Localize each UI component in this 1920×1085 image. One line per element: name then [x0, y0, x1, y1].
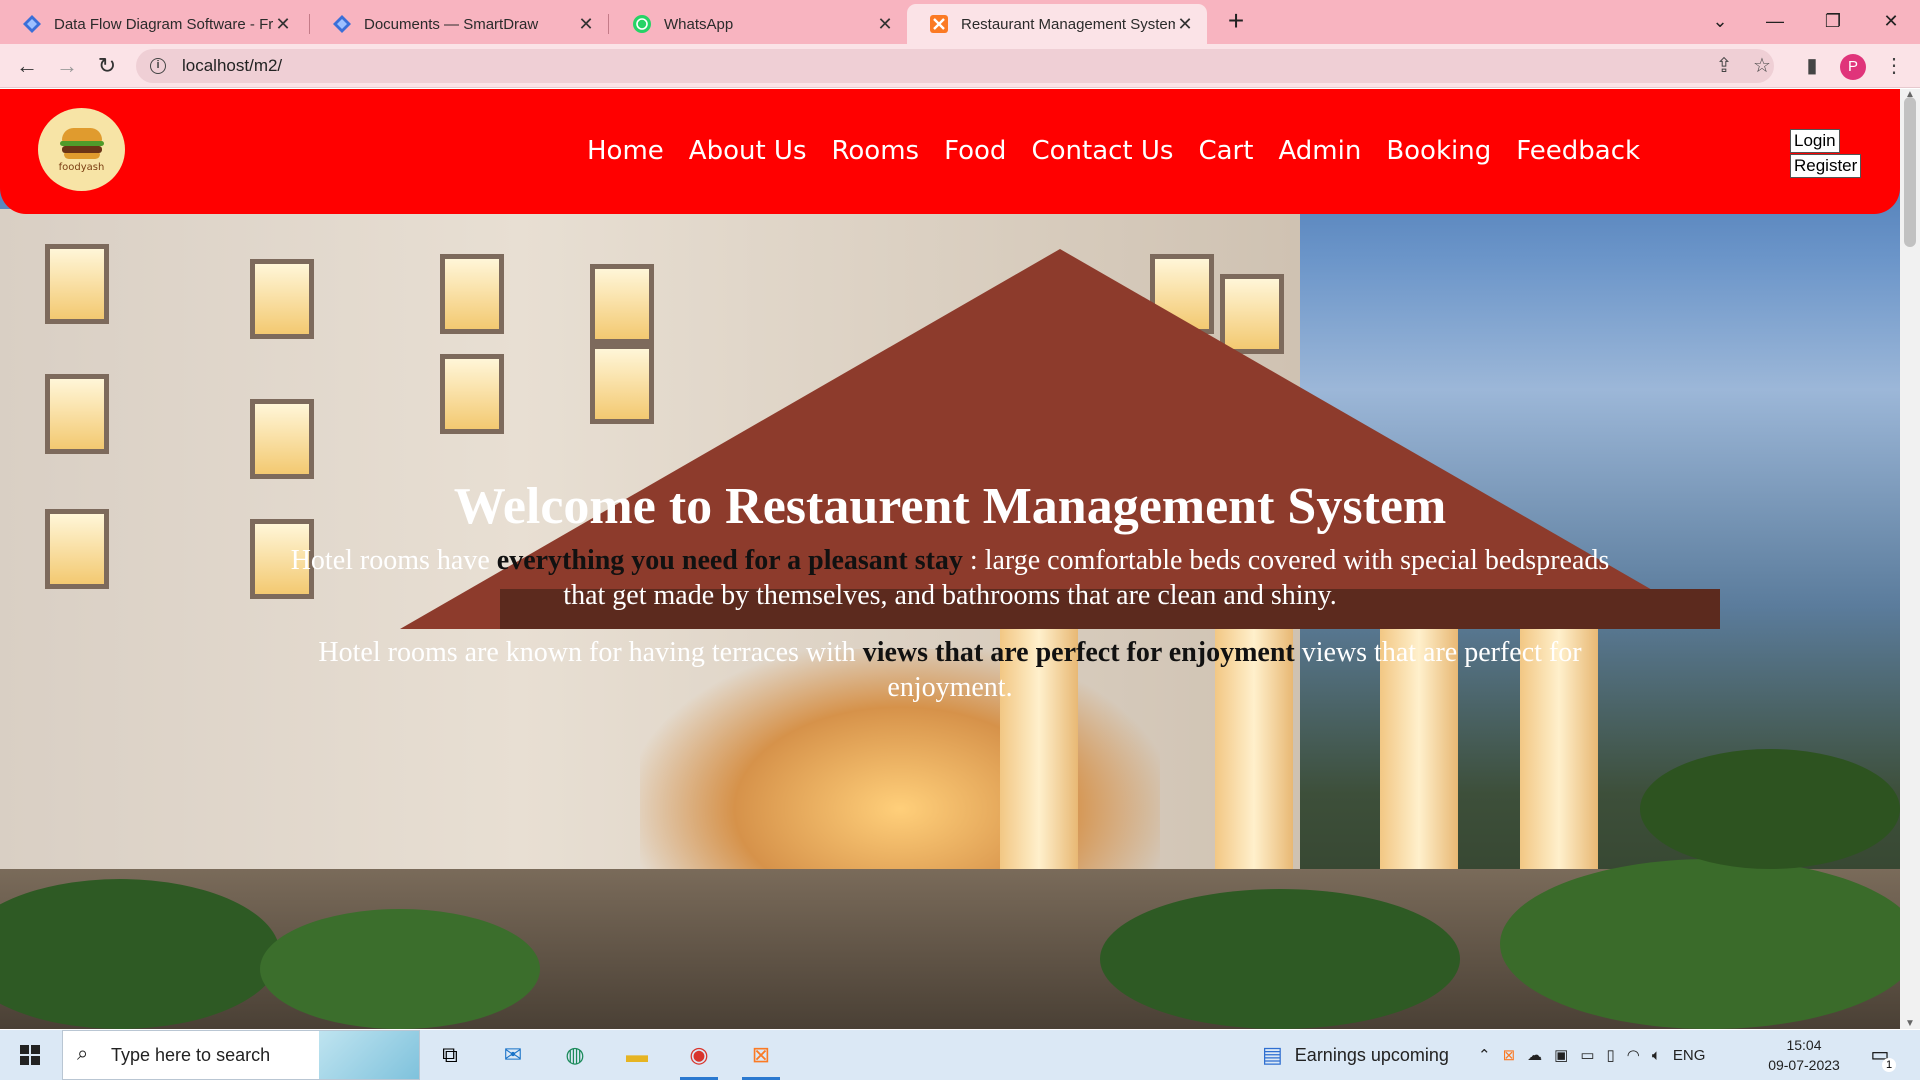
- task-view-icon[interactable]: ⧉: [425, 1035, 475, 1075]
- burger-icon: [59, 126, 104, 160]
- register-button[interactable]: Register: [1790, 154, 1862, 178]
- hero-title: Welcome to Restaurent Management System: [453, 478, 1447, 535]
- notification-center-icon[interactable]: ▭ 1: [1866, 1042, 1896, 1072]
- xampp-tray-icon[interactable]: ⊠: [1503, 1046, 1516, 1064]
- address-bar[interactable]: i localhost/m2/: [136, 49, 1774, 83]
- wifi-icon[interactable]: ◠: [1627, 1046, 1640, 1064]
- profile-avatar[interactable]: P: [1840, 54, 1866, 80]
- search-highlight-image: [319, 1031, 419, 1079]
- nav-booking[interactable]: Booking: [1386, 136, 1491, 166]
- close-tab-icon[interactable]: ✕: [273, 14, 293, 35]
- chrome-icon[interactable]: ◉: [674, 1035, 724, 1080]
- nav-contact-us[interactable]: Contact Us: [1031, 136, 1173, 166]
- minimize-button[interactable]: —: [1755, 6, 1795, 36]
- back-icon[interactable]: ←: [13, 52, 41, 80]
- language-indicator[interactable]: ENG: [1673, 1047, 1706, 1064]
- nav-cart[interactable]: Cart: [1198, 136, 1253, 166]
- nav-food[interactable]: Food: [944, 136, 1006, 166]
- tab-data-flow[interactable]: Data Flow Diagram Software - Fr ✕: [0, 4, 305, 44]
- close-tab-icon[interactable]: ✕: [1175, 14, 1195, 35]
- cloud-icon[interactable]: ☁: [1527, 1046, 1542, 1064]
- hero-paragraph-2: Hotel rooms are known for having terrace…: [318, 637, 1582, 703]
- login-button[interactable]: Login: [1790, 129, 1840, 153]
- xampp-icon: [929, 14, 949, 34]
- search-icon: ⌕: [77, 1043, 89, 1065]
- foodyash-logo[interactable]: foodyash: [38, 108, 125, 191]
- side-panel-icon[interactable]: ▮: [1798, 52, 1826, 80]
- logo-text: foodyash: [58, 162, 105, 173]
- tab-whatsapp[interactable]: WhatsApp ✕: [610, 4, 907, 44]
- whatsapp-icon: [632, 14, 652, 34]
- menu-kebab-icon[interactable]: ⋮: [1880, 52, 1908, 80]
- clock[interactable]: 15:04 09-07-2023: [1764, 1035, 1844, 1075]
- page-scrollbar[interactable]: ▲ ▼: [1900, 89, 1920, 1029]
- close-tab-icon[interactable]: ✕: [875, 14, 895, 35]
- site-info-icon[interactable]: i: [150, 58, 166, 74]
- stocks-icon: ▤: [1262, 1042, 1283, 1067]
- nav-admin[interactable]: Admin: [1278, 136, 1361, 166]
- auth-links: Login Register: [1790, 129, 1862, 178]
- smartdraw-icon: [22, 14, 42, 34]
- windows-logo-icon: [20, 1045, 40, 1065]
- tab-search-chevron-icon[interactable]: ⌄: [1700, 6, 1740, 36]
- nav-home[interactable]: Home: [587, 136, 664, 166]
- restore-button[interactable]: ❐: [1813, 6, 1853, 36]
- close-tab-icon[interactable]: ✕: [576, 14, 596, 35]
- mail-icon[interactable]: ✉: [488, 1035, 538, 1075]
- page-viewport: foodyash Home About Us Rooms Food Contac…: [0, 89, 1920, 1029]
- tray-chevron-icon[interactable]: ⌃: [1478, 1046, 1491, 1064]
- taskbar-search-input[interactable]: ⌕ Type here to search: [62, 1030, 420, 1080]
- main-nav: Home About Us Rooms Food Contact Us Cart…: [587, 136, 1665, 166]
- device-icon[interactable]: ▣: [1554, 1046, 1568, 1064]
- display-icon[interactable]: ▭: [1580, 1046, 1594, 1064]
- edge-icon[interactable]: ◍: [550, 1035, 600, 1075]
- hero-paragraph-1: Hotel rooms have everything you need for…: [290, 545, 1610, 611]
- scrollbar-thumb[interactable]: [1904, 97, 1916, 247]
- notification-count-badge: 1: [1882, 1058, 1896, 1072]
- windows-taskbar: ⌕ Type here to search ⧉ ✉ ◍ ▬ ◉ ⊠ ▤ Earn…: [0, 1030, 1920, 1080]
- file-explorer-icon[interactable]: ▬: [612, 1035, 662, 1075]
- battery-icon[interactable]: ▯: [1607, 1046, 1615, 1064]
- bookmark-star-icon[interactable]: ☆: [1748, 52, 1776, 80]
- weather-widget[interactable]: ▤ Earnings upcoming: [1262, 1030, 1449, 1080]
- close-window-button[interactable]: ✕: [1871, 6, 1911, 36]
- forward-icon[interactable]: →: [53, 52, 81, 80]
- reload-icon[interactable]: ↻: [93, 52, 121, 80]
- hero-section: foodyash Home About Us Rooms Food Contac…: [0, 89, 1900, 1029]
- share-icon[interactable]: ⇪: [1710, 52, 1738, 80]
- tab-smartdraw-documents[interactable]: Documents — SmartDraw ✕: [310, 4, 608, 44]
- xampp-taskbar-icon[interactable]: ⊠: [736, 1035, 786, 1080]
- site-navbar: foodyash Home About Us Rooms Food Contac…: [0, 89, 1900, 214]
- nav-about-us[interactable]: About Us: [689, 136, 807, 166]
- smartdraw-icon: [332, 14, 352, 34]
- url-text: localhost/m2/: [182, 56, 283, 75]
- volume-icon[interactable]: 🔈︎: [1652, 1047, 1661, 1064]
- new-tab-button[interactable]: +: [1222, 7, 1250, 36]
- nav-feedback[interactable]: Feedback: [1516, 136, 1640, 166]
- hero-text: Welcome to Restaurent Management System …: [0, 477, 1900, 705]
- tab-restaurant-management[interactable]: Restaurant Management System ✕: [907, 4, 1207, 44]
- nav-rooms[interactable]: Rooms: [832, 136, 920, 166]
- start-button[interactable]: [0, 1030, 60, 1080]
- system-tray: ⌃ ⊠ ☁ ▣ ▭ ▯ ◠ 🔈︎ ENG: [1478, 1030, 1705, 1080]
- browser-tab-bar: Data Flow Diagram Software - Fr ✕ Docume…: [0, 0, 1920, 44]
- browser-toolbar: ← → ↻ i localhost/m2/ ⇪ ☆ ▮ P ⋮: [0, 44, 1920, 88]
